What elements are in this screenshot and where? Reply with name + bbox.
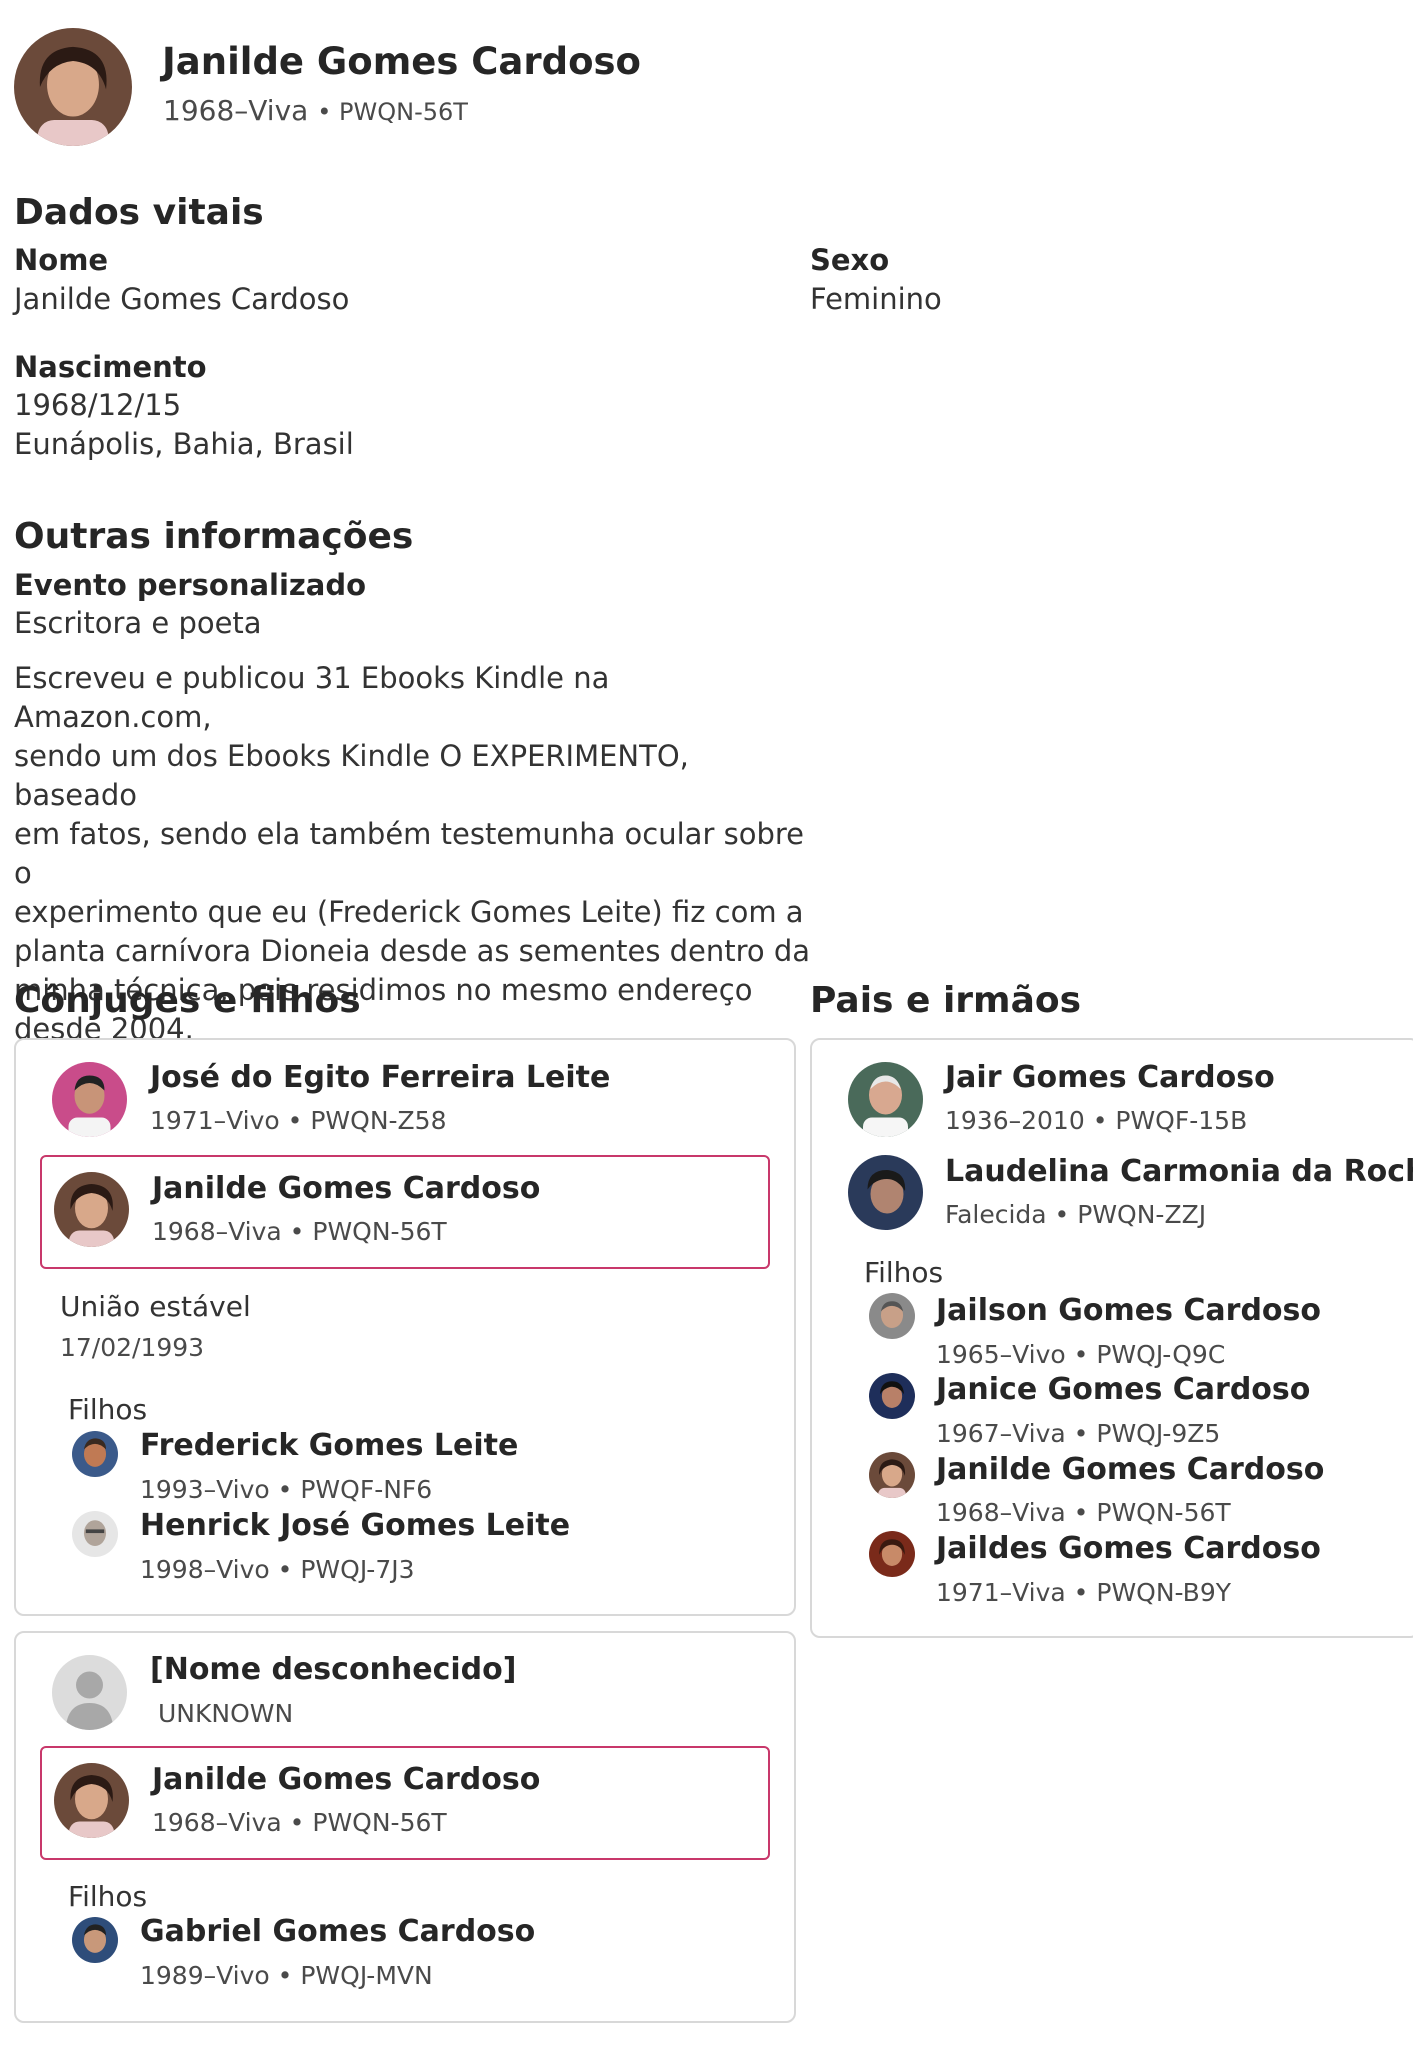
sibling-avatar[interactable] [869, 1293, 915, 1339]
father-meta: 1936–2010 • PWQF-15B [945, 1106, 1248, 1135]
description-line: em fatos, sendo ela também testemunha oc… [14, 817, 804, 890]
self-avatar[interactable] [54, 1172, 129, 1247]
self-meta: 1968–Viva • PWQN-56T [152, 1217, 447, 1246]
child-name[interactable]: Gabriel Gomes Cardoso [140, 1914, 535, 1949]
child-meta: 1998–Vivo • PWQJ-7J3 [140, 1555, 415, 1584]
sex-label: Sexo [810, 243, 890, 277]
relationship-date: 17/02/1993 [60, 1333, 205, 1362]
spouse-avatar[interactable] [52, 1062, 127, 1137]
self-meta: 1968–Viva • PWQN-56T [152, 1808, 447, 1837]
child-name[interactable]: Frederick Gomes Leite [140, 1428, 518, 1463]
sibling-name[interactable]: Janice Gomes Cardoso [936, 1372, 1310, 1407]
sibling-name[interactable]: Jaildes Gomes Cardoso [936, 1531, 1321, 1566]
sibling-avatar[interactable] [869, 1373, 915, 1419]
sibling-avatar[interactable] [869, 1452, 915, 1498]
event-value: Escritora e poeta [14, 606, 262, 640]
self-name[interactable]: Janilde Gomes Cardoso [152, 1762, 540, 1797]
relationship-type: União estável [60, 1290, 251, 1323]
children-label: Filhos [68, 1880, 148, 1913]
parents-title: Pais e irmãos [810, 980, 1082, 1021]
sibling-meta: 1965–Vivo • PWQJ-Q9C [936, 1340, 1226, 1369]
vitals-title: Dados vitais [14, 192, 264, 233]
description-line: planta carnívora Dioneia desde as sement… [14, 934, 811, 968]
description-line: Escreveu e publicou 31 Ebooks Kindle na … [14, 661, 610, 734]
other-info-title: Outras informações [14, 516, 414, 557]
siblings-label: Filhos [864, 1256, 944, 1289]
spouse-name[interactable]: José do Egito Ferreira Leite [150, 1060, 610, 1095]
sibling-meta: 1967–Viva • PWQJ-9Z5 [936, 1419, 1221, 1448]
mother-meta: Falecida • PWQN-ZZJ [945, 1200, 1207, 1229]
spouses-title: Cônjuges e filhos [14, 980, 361, 1021]
name-value: Janilde Gomes Cardoso [14, 282, 350, 316]
mother-avatar[interactable] [848, 1155, 923, 1230]
mother-name[interactable]: Laudelina Carmonia da Rocha [945, 1154, 1413, 1189]
profile-avatar [14, 28, 132, 146]
sibling-name[interactable]: Janilde Gomes Cardoso [936, 1452, 1324, 1487]
sibling-avatar[interactable] [869, 1531, 915, 1577]
father-avatar[interactable] [848, 1062, 923, 1137]
profile-name: Janilde Gomes Cardoso [162, 40, 641, 83]
spouse-name[interactable]: [Nome desconhecido] [150, 1652, 516, 1687]
birth-place: Eunápolis, Bahia, Brasil [14, 427, 354, 461]
description-line: experimento que eu (Frederick Gomes Leit… [14, 895, 804, 929]
sibling-meta: 1971–Viva • PWQN-B9Y [936, 1578, 1232, 1607]
sibling-meta: 1968–Viva • PWQN-56T [936, 1498, 1231, 1527]
child-avatar[interactable] [72, 1917, 118, 1963]
sex-value: Feminino [810, 282, 942, 316]
birth-label: Nascimento [14, 350, 207, 384]
profile-years: 1968–Viva [163, 94, 309, 127]
child-meta: 1993–Vivo • PWQF-NF6 [140, 1475, 433, 1504]
self-avatar[interactable] [54, 1763, 129, 1838]
father-name[interactable]: Jair Gomes Cardoso [945, 1060, 1275, 1095]
profile-meta: 1968–Viva • PWQN-56T [163, 94, 468, 127]
child-name[interactable]: Henrick José Gomes Leite [140, 1508, 570, 1543]
sibling-name[interactable]: Jailson Gomes Cardoso [936, 1293, 1321, 1328]
profile-id: PWQN-56T [339, 98, 468, 126]
unknown-spouse-avatar[interactable] [52, 1655, 127, 1730]
spouse-meta: 1971–Vivo • PWQN-Z58 [150, 1106, 447, 1135]
name-label: Nome [14, 243, 109, 277]
child-meta: 1989–Vivo • PWQJ-MVN [140, 1961, 433, 1990]
spouse-meta: UNKNOWN [158, 1699, 294, 1728]
event-label: Evento personalizado [14, 568, 367, 602]
child-avatar[interactable] [72, 1431, 118, 1477]
children-label: Filhos [68, 1393, 148, 1426]
birth-date: 1968/12/15 [14, 388, 182, 422]
child-avatar[interactable] [72, 1511, 118, 1557]
description-line: sendo um dos Ebooks Kindle O EXPERIMENTO… [14, 739, 689, 812]
self-name[interactable]: Janilde Gomes Cardoso [152, 1171, 540, 1206]
